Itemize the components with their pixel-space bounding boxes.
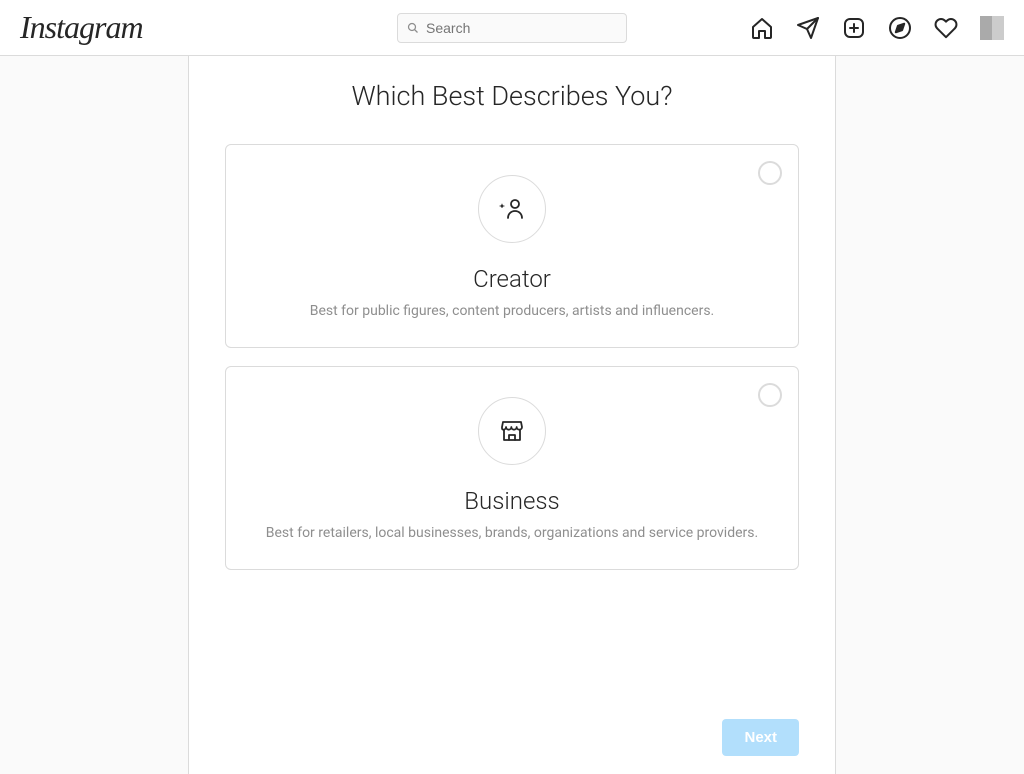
search-icon (407, 22, 419, 34)
home-icon[interactable] (750, 16, 774, 40)
page-title: Which Best Describes You? (225, 80, 799, 112)
nav-icons-group (750, 16, 1004, 40)
creator-title: Creator (250, 265, 774, 293)
creator-icon (497, 194, 527, 224)
business-radio[interactable] (758, 383, 782, 407)
instagram-logo[interactable]: Instagram (20, 9, 143, 46)
next-button[interactable]: Next (722, 719, 799, 756)
creator-description: Best for public figures, content produce… (250, 303, 774, 319)
creator-icon-circle (478, 175, 546, 243)
top-navigation: Instagram (0, 0, 1024, 56)
new-post-icon[interactable] (842, 16, 866, 40)
storefront-icon (499, 418, 525, 444)
business-title: Business (250, 487, 774, 515)
content-panel: Which Best Describes You? Creator Best f… (188, 56, 836, 774)
business-option-card[interactable]: Business Best for retailers, local busin… (225, 366, 799, 570)
messages-icon[interactable] (796, 16, 820, 40)
explore-icon[interactable] (888, 16, 912, 40)
business-description: Best for retailers, local businesses, br… (250, 525, 774, 541)
search-input[interactable] (397, 13, 627, 43)
creator-radio[interactable] (758, 161, 782, 185)
search-container (397, 13, 627, 43)
main-container: Which Best Describes You? Creator Best f… (0, 56, 1024, 774)
profile-avatar[interactable] (980, 16, 1004, 40)
activity-icon[interactable] (934, 16, 958, 40)
creator-option-card[interactable]: Creator Best for public figures, content… (225, 144, 799, 348)
business-icon-circle (478, 397, 546, 465)
